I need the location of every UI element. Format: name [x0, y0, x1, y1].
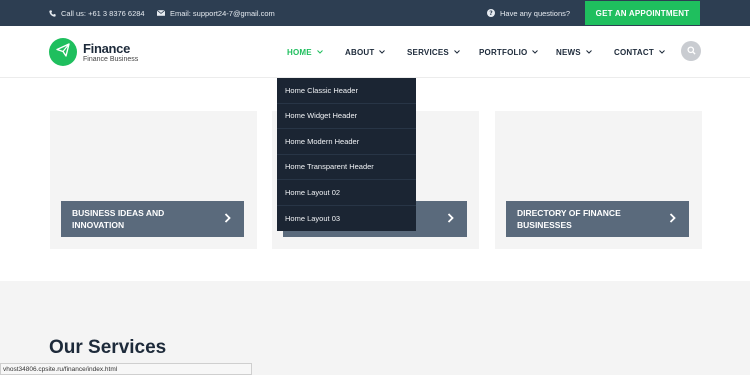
chevron-right-icon — [669, 213, 676, 226]
browser-status-bar: vhost34806.cpsite.ru/finance/index.html — [0, 363, 252, 375]
chevron-down-icon — [532, 50, 539, 54]
card-bar-business-ideas[interactable]: BUSINESS IDEAS AND INNOVATION — [61, 201, 244, 237]
chevron-down-icon — [316, 50, 323, 54]
email-text: Email: support24-7@gmail.com — [170, 8, 275, 18]
card-bar-directory[interactable]: DIRECTORY OF FINANCE BUSINESSES — [506, 201, 689, 237]
site-header: Finance Finance Business HOME ABOUT SERV… — [0, 26, 750, 78]
nav-home-label: HOME — [287, 47, 312, 57]
nav-home[interactable]: HOME — [287, 26, 323, 78]
logo[interactable] — [49, 38, 77, 66]
chevron-down-icon — [585, 50, 592, 54]
brand-tagline: Finance Business — [83, 56, 139, 63]
nav-services[interactable]: SERVICES — [407, 26, 460, 78]
dropdown-item-home-classic-header[interactable]: Home Classic Header — [277, 78, 416, 104]
nav-contact-label: CONTACT — [614, 47, 654, 57]
brand-name[interactable]: Finance — [83, 41, 130, 56]
questions-info: ? Have any questions? — [487, 0, 570, 26]
nav-news[interactable]: NEWS — [556, 26, 592, 78]
search-icon — [686, 42, 696, 60]
envelope-icon — [157, 10, 165, 16]
nav-news-label: NEWS — [556, 47, 581, 57]
top-bar: Call us: +61 3 8376 6284 Email: support2… — [0, 0, 750, 26]
nav-about-label: ABOUT — [345, 47, 375, 57]
card-title-line: BUSINESSES — [517, 220, 572, 230]
email-contact: Email: support24-7@gmail.com — [157, 0, 275, 26]
dropdown-item-home-layout-02[interactable]: Home Layout 02 — [277, 180, 416, 206]
dropdown-item-home-layout-03[interactable]: Home Layout 03 — [277, 206, 416, 232]
card-title-line: INNOVATION — [72, 220, 125, 230]
card-title-line: BUSINESS IDEAS AND — [72, 208, 165, 218]
status-url: vhost34806.cpsite.ru/finance/index.html — [3, 365, 118, 373]
get-appointment-button[interactable]: GET AN APPOINTMENT — [585, 1, 700, 25]
nav-about[interactable]: ABOUT — [345, 26, 386, 78]
nav-contact[interactable]: CONTACT — [614, 26, 665, 78]
phone-text: Call us: +61 3 8376 6284 — [61, 8, 145, 18]
nav-portfolio[interactable]: PORTFOLIO — [479, 26, 539, 78]
card-title-line: DIRECTORY OF FINANCE — [517, 208, 621, 218]
dropdown-item-home-modern-header[interactable]: Home Modern Header — [277, 129, 416, 155]
dropdown-item-home-transparent-header[interactable]: Home Transparent Header — [277, 155, 416, 180]
chevron-right-icon — [224, 213, 231, 226]
services-section — [0, 281, 750, 375]
services-heading: Our Services — [49, 337, 167, 358]
home-dropdown-menu: Home Classic Header Home Widget Header H… — [277, 78, 416, 231]
question-circle-icon: ? — [487, 9, 495, 17]
phone-contact: Call us: +61 3 8376 6284 — [49, 0, 145, 26]
phone-icon — [49, 9, 56, 17]
nav-services-label: SERVICES — [407, 47, 449, 57]
chevron-down-icon — [454, 50, 460, 54]
questions-text: Have any questions? — [500, 8, 571, 18]
chevron-right-icon — [447, 213, 454, 226]
chevron-down-icon — [379, 50, 386, 54]
svg-text:?: ? — [489, 10, 493, 17]
chevron-down-icon — [659, 50, 665, 54]
dropdown-item-home-widget-header[interactable]: Home Widget Header — [277, 104, 416, 129]
nav-portfolio-label: PORTFOLIO — [479, 47, 528, 57]
search-button[interactable] — [681, 41, 701, 61]
paper-plane-icon — [56, 42, 70, 62]
